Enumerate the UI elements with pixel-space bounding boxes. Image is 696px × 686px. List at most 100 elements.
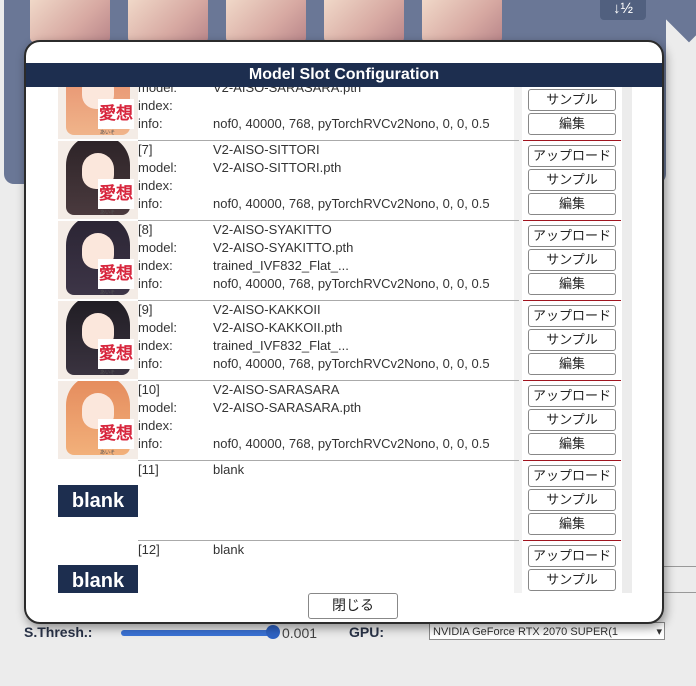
thumbnail-stamp: 愛想 (98, 339, 134, 369)
slot-row: 愛想 あいそ [7] V2-AISO-SITTORI model: V2-AISO-SIT… (26, 141, 662, 221)
model-label: model: (138, 160, 178, 175)
slot-info: [7] V2-AISO-SITTORI model: V2-AISO-SITTORI.… (138, 141, 518, 221)
index-label: index: (138, 338, 173, 353)
slot-number: [11] (138, 462, 159, 477)
model-thumbnail[interactable]: 愛想 あいそ (58, 381, 138, 459)
background-thumbnail[interactable] (422, 0, 502, 42)
sort-numeric-icon[interactable]: ↓½ (600, 0, 646, 20)
background-thumbnail[interactable] (324, 0, 404, 42)
model-label: model: (138, 240, 178, 255)
upload-button[interactable]: アップロード (528, 305, 616, 327)
sample-button[interactable]: サンプル (528, 409, 616, 431)
corner-decoration (656, 0, 696, 50)
s-thresh-label: S.Thresh.: (24, 624, 93, 640)
edit-button[interactable]: 編集 (528, 353, 616, 375)
model-label: model: (138, 400, 178, 415)
thumbnail-caption: あいそ (100, 290, 116, 296)
info-label: info: (138, 276, 163, 291)
thumbnail-caption: あいそ (100, 370, 116, 376)
background-thumbnail[interactable] (226, 0, 306, 42)
blank-thumbnail: blank (58, 565, 138, 593)
upload-button[interactable]: アップロード (528, 385, 616, 407)
slot-info: model: V2-AISO-SARASARA.pth index: info: nof… (138, 87, 518, 141)
slot-row: 愛想 あいそ model: V2-AISO-SARASARA.pth index: inf… (26, 87, 662, 141)
model-label: model: (138, 87, 178, 95)
index-label: index: (138, 418, 173, 433)
thumbnail-caption: あいそ (100, 450, 116, 456)
model-thumbnail[interactable]: 愛想 あいそ (58, 87, 138, 139)
sample-button[interactable]: サンプル (528, 169, 616, 191)
slot-scroll-content: 愛想 あいそ model: V2-AISO-SARASARA.pth index: inf… (26, 87, 662, 593)
model-value: V2-AISO-SYAKITTO.pth (213, 240, 354, 255)
index-value: trained_IVF832_Flat_... (213, 258, 349, 273)
upload-button[interactable]: アップロード (528, 225, 616, 247)
model-thumbnail[interactable]: 愛想 あいそ (58, 221, 138, 299)
model-thumbnail[interactable]: 愛想 あいそ (58, 301, 138, 379)
slot-name: V2-AISO-SYAKITTO (213, 222, 332, 237)
sample-button[interactable]: サンプル (528, 489, 616, 511)
slot-row: blank [11] blank アップロード サンプル 編集 (26, 461, 662, 541)
slot-row: 愛想 あいそ [8] V2-AISO-SYAKITTO model: V2-AISO-SY… (26, 221, 662, 301)
model-slot-dialog: Model Slot Configuration 愛想 あいそ model: V2-A… (24, 40, 664, 624)
s-thresh-slider-handle[interactable] (266, 625, 280, 639)
background-thumbnail-strip (30, 0, 502, 42)
info-value: nof0, 40000, 768, pyTorchRVCv2Nono, 0, 0… (213, 356, 490, 371)
slot-row: 愛想 あいそ [9] V2-AISO-KAKKOII model: V2-AISO-KAK… (26, 301, 662, 381)
slot-actions: アップロードサンプル編集 (523, 461, 621, 541)
gpu-label: GPU: (349, 624, 384, 640)
edit-button[interactable]: 編集 (528, 273, 616, 295)
info-value: nof0, 40000, 768, pyTorchRVCv2Nono, 0, 0… (213, 276, 490, 291)
thumbnail-stamp: 愛想 (98, 179, 134, 209)
slot-name: V2-AISO-SARASARA (213, 382, 340, 397)
info-value: nof0, 40000, 768, pyTorchRVCv2Nono, 0, 0… (213, 196, 490, 211)
model-thumbnail[interactable]: 愛想 あいそ (58, 141, 138, 219)
sample-button[interactable]: サンプル (528, 329, 616, 351)
slot-actions: アップロードサンプル編集 (523, 381, 621, 461)
slot-name: blank (213, 462, 245, 477)
slot-number: [12] (138, 542, 160, 557)
edit-button[interactable]: 編集 (528, 113, 616, 135)
s-thresh-slider[interactable] (121, 630, 273, 636)
background-thumbnail[interactable] (30, 0, 110, 42)
sample-button[interactable]: サンプル (528, 249, 616, 271)
s-thresh-value: 0.001 (282, 625, 318, 641)
thumbnail-stamp: 愛想 (98, 259, 134, 289)
info-label: info: (138, 116, 163, 131)
slot-actions: アップロードサンプル編集 (523, 221, 621, 301)
edit-button[interactable]: 編集 (528, 433, 616, 455)
slot-info: [12] blank (138, 541, 518, 593)
gpu-select[interactable]: NVIDIA GeForce RTX 2070 SUPER(1 (429, 622, 665, 640)
scrollbar[interactable] (622, 87, 632, 593)
thumbnail-stamp: 愛想 (98, 419, 134, 449)
blank-thumbnail: blank (58, 485, 138, 517)
slot-number: [7] (138, 142, 153, 157)
info-value: nof0, 40000, 768, pyTorchRVCv2Nono, 0, 0… (213, 436, 490, 451)
model-value: V2-AISO-SITTORI.pth (213, 160, 342, 175)
upload-button[interactable]: アップロード (528, 145, 616, 167)
slot-actions: アップロードサンプル編集 (527, 541, 617, 593)
background-divider (664, 566, 696, 567)
edit-button[interactable]: 編集 (528, 193, 616, 215)
index-label: index: (138, 98, 173, 113)
sample-button[interactable]: サンプル (528, 569, 616, 591)
sample-button[interactable]: サンプル (528, 89, 616, 111)
model-value: V2-AISO-SARASARA.pth (213, 400, 362, 415)
slot-info: [9] V2-AISO-KAKKOII model: V2-AISO-KAKKOII.… (138, 301, 518, 381)
slot-name: V2-AISO-KAKKOII (213, 302, 321, 317)
model-value: V2-AISO-SARASARA.pth (213, 87, 362, 95)
upload-button[interactable]: アップロード (528, 465, 616, 487)
upload-button[interactable]: アップロード (528, 545, 616, 567)
edit-button[interactable]: 編集 (528, 513, 616, 535)
slot-number: [10] (138, 382, 160, 397)
background-thumbnail[interactable] (128, 0, 208, 42)
slot-list[interactable]: 愛想 あいそ model: V2-AISO-SARASARA.pth index: inf… (26, 87, 662, 593)
slot-row: 愛想 あいそ [10] V2-AISO-SARASARA model: V2-AISO-S… (26, 381, 662, 461)
slot-name: blank (213, 542, 245, 557)
thumbnail-caption: あいそ (100, 130, 116, 136)
info-label: info: (138, 436, 163, 451)
dialog-title: Model Slot Configuration (26, 63, 662, 87)
info-label: info: (138, 196, 163, 211)
close-button[interactable]: 閉じる (308, 593, 398, 619)
thumbnail-caption: あいそ (100, 210, 116, 216)
info-value: nof0, 40000, 768, pyTorchRVCv2Nono, 0, 0… (213, 116, 490, 131)
